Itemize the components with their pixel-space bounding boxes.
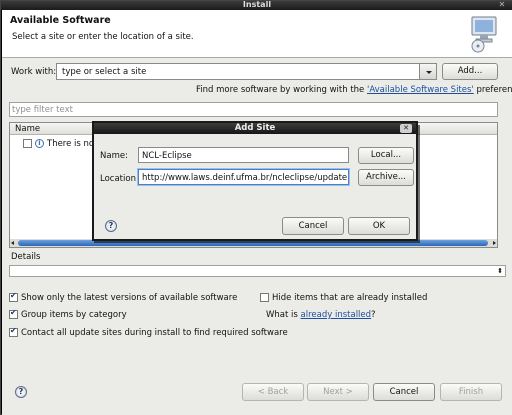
cancel-button[interactable]: Cancel — [373, 383, 435, 401]
add-site-dialog: Add Site ✕ Name: NCL-Eclipse Local... Lo… — [92, 121, 418, 241]
window-close-icon[interactable]: ✕ — [497, 1, 507, 9]
filter-input[interactable]: type filter text — [9, 102, 498, 117]
work-with-label: Work with: — [11, 67, 57, 77]
hint-prefix: Find more software by working with the — [196, 85, 367, 95]
available-sites-link[interactable]: 'Available Software Sites' — [367, 85, 474, 95]
what-is-prefix: What is — [266, 310, 301, 320]
filter-placeholder: type filter text — [12, 105, 73, 115]
show-latest-label: Show only the latest versions of availab… — [21, 293, 238, 303]
next-button[interactable]: Next > — [307, 383, 369, 401]
location-label: Location: — [100, 174, 139, 184]
name-field[interactable]: NCL-Eclipse — [138, 147, 349, 163]
window-titlebar: Install ✕ — [1, 1, 512, 10]
local-button[interactable]: Local... — [358, 147, 414, 164]
dialog-title: Add Site — [94, 123, 416, 134]
dialog-help-icon[interactable]: ? — [105, 220, 117, 232]
contact-sites-checkbox[interactable] — [9, 326, 18, 337]
wizard-header: Available Software Select a site or ente… — [2, 10, 512, 58]
contact-sites-label: Contact all update sites during install … — [21, 328, 288, 338]
hide-installed-label: Hide items that are already installed — [272, 293, 428, 303]
dialog-cancel-button[interactable]: Cancel — [282, 217, 344, 235]
location-value: http://www.laws.deinf.ufma.br/ncleclipse… — [142, 173, 348, 183]
group-by-category-label: Group items by category — [21, 310, 127, 320]
work-with-hint: Find more software by working with the '… — [196, 85, 512, 95]
location-field[interactable]: http://www.laws.deinf.ufma.br/ncleclipse… — [138, 169, 349, 185]
add-site-button[interactable]: Add... — [442, 63, 498, 80]
hide-installed-checkbox[interactable] — [260, 293, 269, 302]
work-with-input[interactable]: type or select a site — [62, 67, 146, 77]
install-wizard-icon — [471, 16, 497, 53]
archive-button[interactable]: Archive... — [358, 169, 414, 186]
back-button[interactable]: < Back — [242, 383, 304, 401]
name-value: NCL-Eclipse — [142, 151, 192, 161]
work-with-combo[interactable]: type or select a site — [56, 63, 437, 80]
combo-dropdown-icon[interactable] — [419, 63, 437, 80]
details-scroll-icon[interactable]: ⬍ — [496, 267, 504, 276]
name-label: Name: — [100, 151, 128, 161]
already-installed-link[interactable]: already installed — [301, 310, 372, 320]
group-by-category-checkbox[interactable] — [9, 308, 18, 319]
help-icon[interactable]: ? — [15, 386, 27, 398]
dialog-ok-button[interactable]: OK — [348, 217, 410, 235]
scroll-right-icon[interactable] — [493, 241, 496, 245]
finish-button[interactable]: Finish — [440, 383, 502, 401]
page-subtitle: Select a site or enter the location of a… — [12, 32, 194, 42]
tree-column-name: Name — [15, 124, 41, 134]
page-title: Available Software — [10, 15, 111, 26]
what-is-suffix: ? — [371, 310, 376, 320]
info-icon: i — [35, 139, 44, 148]
scroll-left-icon[interactable] — [11, 241, 14, 245]
dialog-close-icon[interactable]: ✕ — [400, 124, 412, 133]
what-is-installed: What is already installed? — [266, 310, 376, 320]
tree-row-checkbox[interactable] — [23, 139, 32, 148]
window-title: Install — [242, 0, 272, 9]
details-label: Details — [11, 252, 41, 262]
hint-suffix: preferences. — [476, 85, 512, 95]
details-area[interactable]: ⬍ — [9, 265, 506, 277]
show-latest-checkbox[interactable] — [9, 291, 18, 302]
